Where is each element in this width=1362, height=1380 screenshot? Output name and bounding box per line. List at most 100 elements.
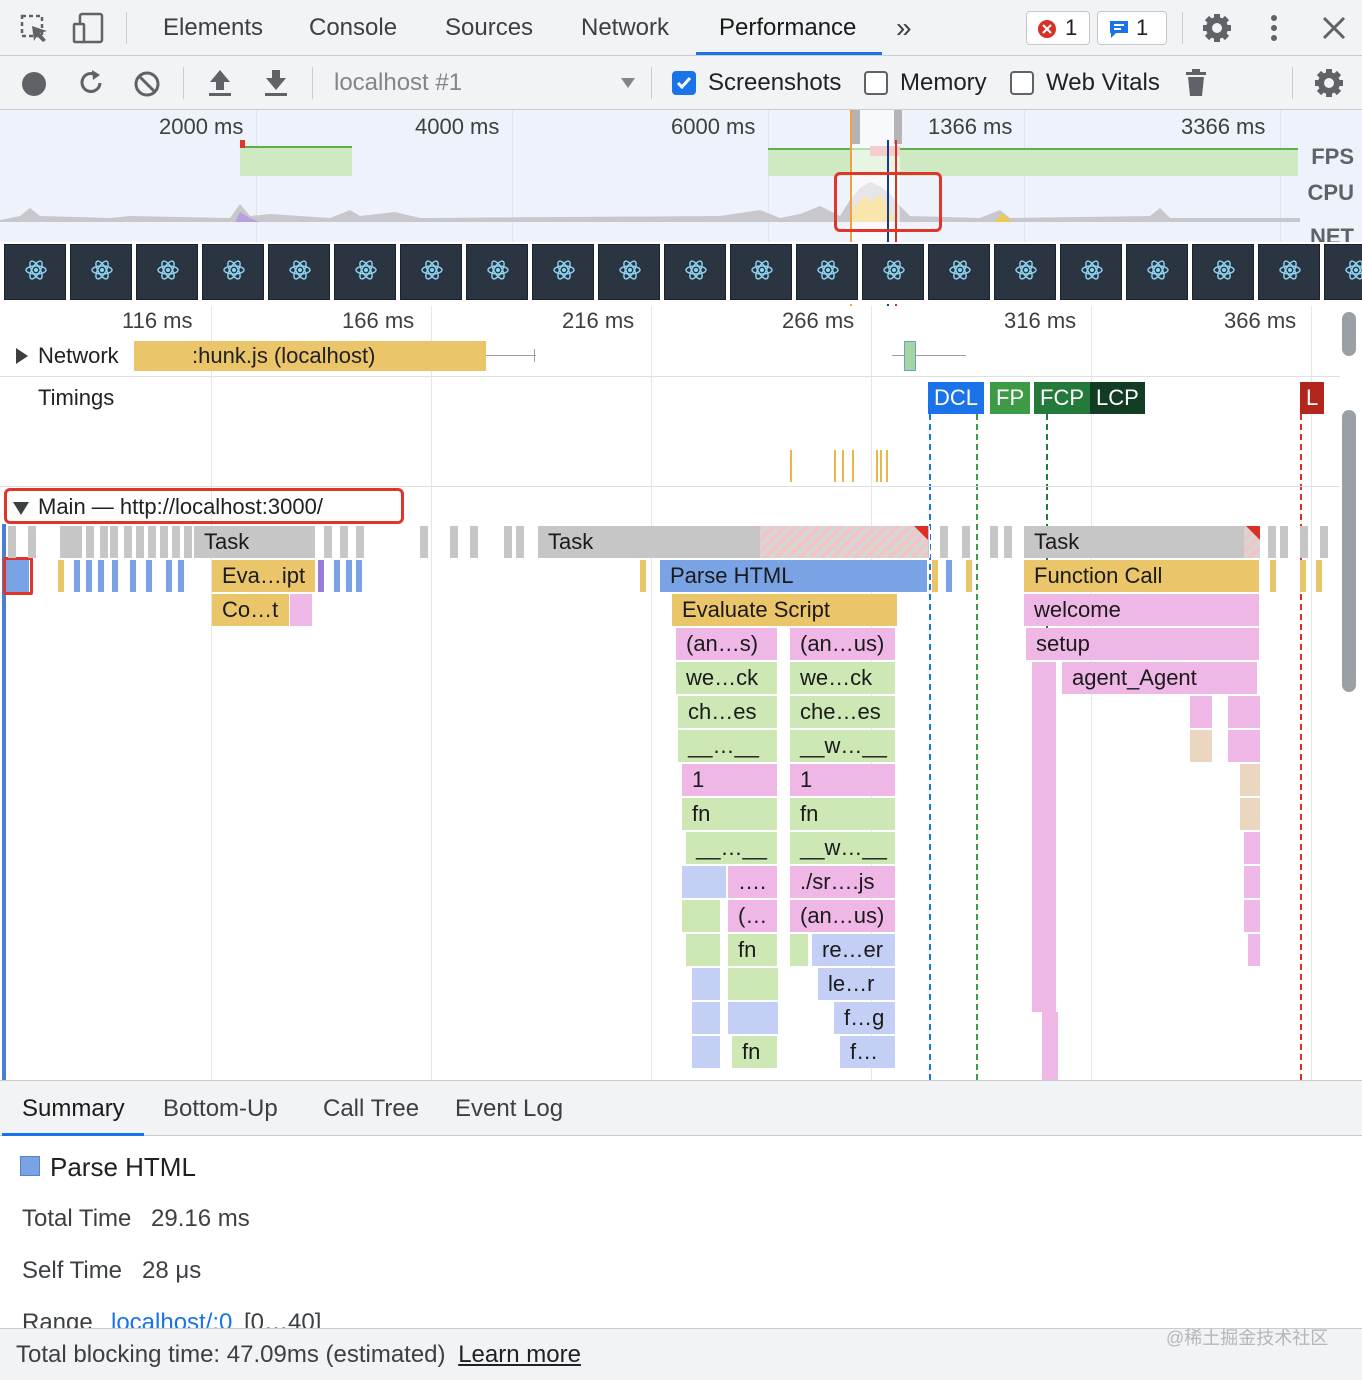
flame-column[interactable]: [1032, 662, 1056, 1012]
network-request-bar[interactable]: [904, 341, 916, 371]
more-options-icon[interactable]: [1266, 12, 1282, 44]
task-sliver[interactable]: [324, 526, 332, 558]
tab-console[interactable]: Console: [309, 0, 397, 56]
screenshot-frame[interactable]: [598, 244, 660, 300]
function-block[interactable]: we…ck: [676, 662, 778, 694]
tab-elements[interactable]: Elements: [163, 0, 263, 56]
function-block[interactable]: __w…__: [790, 832, 896, 864]
flame-block[interactable]: [1244, 832, 1260, 864]
function-block[interactable]: (…: [728, 900, 778, 932]
task-sliver[interactable]: [28, 526, 36, 558]
flame-block[interactable]: [1190, 730, 1212, 762]
function-block[interactable]: f…g: [834, 1002, 896, 1034]
task-sliver[interactable]: [86, 526, 94, 558]
function-block[interactable]: (an…us): [790, 900, 896, 932]
flame-block[interactable]: [1190, 696, 1212, 728]
flame-sliver[interactable]: [86, 560, 92, 592]
clear-icon[interactable]: [132, 69, 162, 99]
task-sliver[interactable]: [1320, 526, 1328, 558]
timing-load[interactable]: L: [1300, 382, 1325, 414]
task-sliver[interactable]: [940, 526, 948, 558]
flame-sliver[interactable]: [1300, 560, 1306, 592]
screenshots-label[interactable]: Screenshots: [708, 56, 841, 110]
timing-dcl[interactable]: DCL: [928, 382, 985, 414]
function-block[interactable]: (an…s): [676, 628, 778, 660]
memory-checkbox[interactable]: [864, 71, 888, 95]
task-block[interactable]: Task: [194, 526, 316, 558]
function-block[interactable]: __w…__: [790, 730, 896, 762]
flame-block[interactable]: [1244, 866, 1260, 898]
flame-block[interactable]: [692, 1036, 720, 1068]
screenshot-frame[interactable]: [730, 244, 792, 300]
flame-sliver[interactable]: [966, 560, 972, 592]
screenshot-frame[interactable]: [4, 244, 66, 300]
function-block[interactable]: ./sr….js: [790, 866, 896, 898]
flame-sliver[interactable]: [334, 560, 340, 592]
compile-block[interactable]: Co…t: [212, 594, 290, 626]
flame-block[interactable]: [682, 900, 720, 932]
task-sliver[interactable]: [100, 526, 108, 558]
flame-sliver[interactable]: [640, 560, 646, 592]
task-sliver[interactable]: [990, 526, 998, 558]
screenshot-frame[interactable]: [400, 244, 462, 300]
function-call-block[interactable]: Function Call: [1024, 560, 1260, 592]
flame-sliver[interactable]: [1270, 560, 1276, 592]
function-block-agent[interactable]: agent_Agent: [1062, 662, 1258, 694]
flame-block[interactable]: [1240, 798, 1260, 830]
flame-sliver[interactable]: [356, 560, 362, 592]
flame-sliver[interactable]: [58, 560, 64, 592]
task-sliver[interactable]: [148, 526, 156, 558]
flame-block[interactable]: [1244, 900, 1260, 932]
task-sliver[interactable]: [66, 526, 74, 558]
tab-network[interactable]: Network: [581, 0, 669, 56]
screenshot-frame[interactable]: [532, 244, 594, 300]
screenshot-frame[interactable]: [466, 244, 528, 300]
flame-block[interactable]: [686, 934, 720, 966]
flame-sliver[interactable]: [74, 560, 80, 592]
flame-sliver[interactable]: [946, 560, 952, 592]
flame-block[interactable]: [1228, 696, 1260, 728]
task-sliver[interactable]: [74, 526, 82, 558]
screenshot-frame[interactable]: [664, 244, 726, 300]
flame-sliver[interactable]: [112, 560, 118, 592]
function-block[interactable]: fn: [790, 798, 896, 830]
screenshot-frame[interactable]: [1324, 244, 1362, 300]
flame-sliver[interactable]: [346, 560, 352, 592]
screenshot-frame[interactable]: [1258, 244, 1320, 300]
tab-performance[interactable]: Performance: [719, 0, 856, 56]
tab-call-tree[interactable]: Call Tree: [323, 1081, 419, 1137]
ruler-scrollbar[interactable]: [1342, 312, 1356, 356]
screenshot-frame[interactable]: [202, 244, 264, 300]
task-sliver[interactable]: [110, 526, 118, 558]
task-block[interactable]: Task: [1024, 526, 1260, 558]
flame-block[interactable]: [692, 1002, 720, 1034]
task-sliver[interactable]: [504, 526, 512, 558]
task-sliver[interactable]: [420, 526, 428, 558]
inspect-element-icon[interactable]: [20, 14, 50, 44]
screenshot-frame[interactable]: [136, 244, 198, 300]
task-sliver[interactable]: [124, 526, 132, 558]
function-block[interactable]: fn: [732, 1036, 778, 1068]
screenshot-frame[interactable]: [268, 244, 330, 300]
tab-bottom-up[interactable]: Bottom-Up: [163, 1081, 278, 1137]
screenshot-frame[interactable]: [70, 244, 132, 300]
function-block[interactable]: (an…us): [790, 628, 896, 660]
evaluate-script-block[interactable]: Evaluate Script: [672, 594, 898, 626]
task-sliver[interactable]: [340, 526, 348, 558]
task-sliver[interactable]: [136, 526, 144, 558]
upload-profile-icon[interactable]: [206, 68, 234, 98]
function-block[interactable]: 1: [790, 764, 896, 796]
chevron-down-icon[interactable]: [620, 76, 636, 90]
flame-block[interactable]: [290, 594, 312, 626]
record-icon[interactable]: [20, 70, 48, 98]
screenshots-checkbox[interactable]: [672, 71, 696, 95]
screenshot-frame[interactable]: [1126, 244, 1188, 300]
screenshot-frame[interactable]: [796, 244, 858, 300]
flame-sliver[interactable]: [146, 560, 152, 592]
timing-lcp[interactable]: LCP: [1090, 382, 1145, 414]
function-block[interactable]: re…er: [812, 934, 896, 966]
flame-sliver[interactable]: [130, 560, 136, 592]
tab-summary[interactable]: Summary: [22, 1081, 125, 1137]
web-vitals-checkbox[interactable]: [1010, 71, 1034, 95]
memory-label[interactable]: Memory: [900, 56, 987, 110]
